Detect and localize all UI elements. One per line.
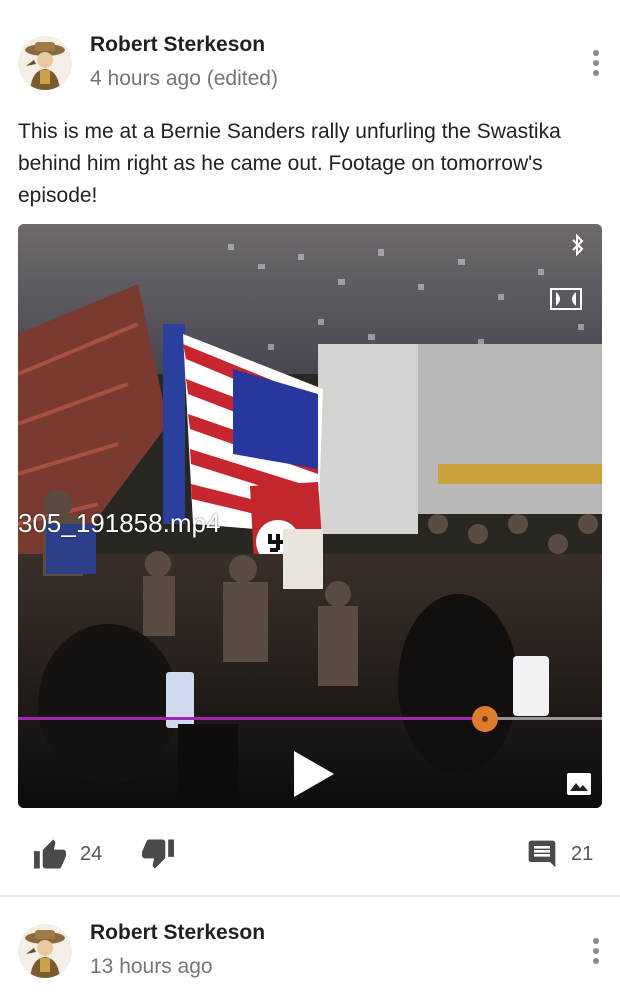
post-text: This is me at a Bernie Sanders rally unf… [18,120,561,207]
post-timestamp: 13 hours ago [90,955,213,978]
video-player[interactable]: 305_191858.mp4 [18,224,602,808]
avatar[interactable] [18,36,72,90]
video-filename: 305_191858.mp4 [18,508,221,538]
seekbar-thumb[interactable] [472,706,499,732]
seekbar-progress [18,717,486,720]
avatar[interactable] [18,924,72,978]
post-actions: 24 21 [0,830,620,880]
image-icon[interactable] [566,772,592,796]
comment-count: 21 [571,843,594,865]
thumb-up-icon[interactable] [32,838,68,870]
bluetooth-icon [572,234,584,256]
post-card: Robert Sterkeson 13 hours ago [0,897,620,1001]
video-seekbar[interactable] [18,706,602,732]
comment-icon[interactable] [526,838,558,870]
dolby-icon [550,288,582,310]
post-card: Robert Sterkeson 4 hours ago (edited) Th… [0,0,620,895]
thumb-down-icon[interactable] [140,838,176,870]
more-vert-icon[interactable] [586,936,606,966]
post-timestamp: 4 hours ago (edited) [90,67,278,90]
like-count: 24 [80,843,103,865]
more-vert-icon[interactable] [586,48,606,78]
post-author[interactable]: Robert Sterkeson [90,921,265,945]
play-icon[interactable] [290,749,336,799]
post-author[interactable]: Robert Sterkeson [90,33,265,57]
